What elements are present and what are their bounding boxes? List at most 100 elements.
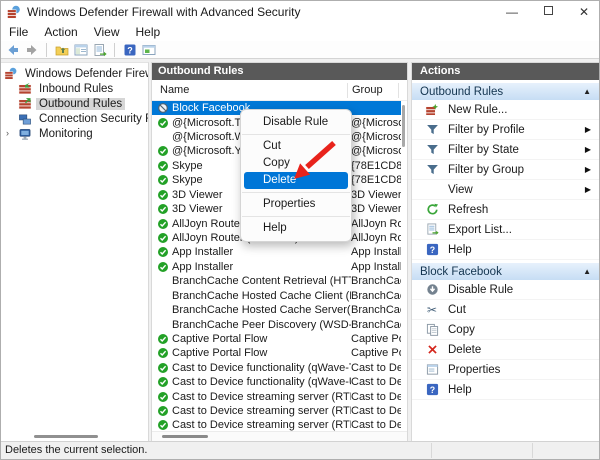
rule-row[interactable]: BranchCache Peer Discovery (WSD-Out)Bran…	[152, 317, 401, 331]
tree-item-inbound-rules[interactable]: Inbound Rules	[1, 81, 148, 96]
rule-group: BranchCache	[351, 275, 401, 288]
rule-name-cell: Cast to Device functionality (qWave-TCP.…	[152, 362, 351, 374]
rule-group: {78E1CD88-49E3	[351, 174, 401, 187]
rule-name: App Installer	[172, 246, 234, 259]
status-bar-divider	[431, 443, 432, 458]
action-filter-by-profile[interactable]: Filter by Profile ▶	[412, 120, 599, 140]
context-menu-item-delete[interactable]: Delete	[244, 172, 348, 189]
context-menu-item-properties[interactable]: Properties	[241, 196, 351, 213]
action-export-list[interactable]: Export List...	[412, 220, 599, 240]
actions-panel-title: Actions	[412, 63, 599, 80]
action-refresh[interactable]: Refresh	[412, 200, 599, 220]
filter-icon	[424, 142, 440, 157]
status-text: Deletes the current selection.	[5, 444, 148, 456]
tree-item-connection-security-rules[interactable]: Connection Security Rules	[1, 112, 148, 127]
actions-section-header-block-facebook[interactable]: Block Facebook ▲	[412, 262, 599, 280]
collapse-arrow-icon[interactable]: ▲	[583, 267, 591, 276]
console-tree-icon[interactable]	[73, 42, 88, 57]
collapse-arrow-icon[interactable]: ▲	[583, 87, 591, 96]
rule-row[interactable]: BranchCache Hosted Cache Client (HTTP...…	[152, 288, 401, 302]
forward-icon[interactable]	[24, 42, 39, 57]
blocked-rule-icon	[158, 103, 168, 114]
popup-window-icon[interactable]	[141, 42, 156, 57]
delete-icon	[424, 342, 440, 357]
rule-name-cell: Cast to Device streaming server (RTP-Str…	[152, 391, 351, 403]
up-folder-icon[interactable]	[54, 42, 69, 57]
console-tree-panel: Windows Defender Firewall with Inbound Ru…	[1, 62, 149, 441]
chevron-right-icon[interactable]: ›	[6, 128, 9, 138]
cut-icon: ✂	[426, 302, 438, 317]
context-menu-item-copy[interactable]: Copy	[241, 155, 351, 172]
menu-file[interactable]: File	[1, 24, 36, 40]
menu-view[interactable]: View	[86, 24, 128, 40]
action-label: Help	[448, 243, 472, 256]
menu-action[interactable]: Action	[36, 24, 85, 40]
tree-item-outbound-rules[interactable]: Outbound Rules	[1, 96, 148, 111]
horizontal-scrollbar-thumb[interactable]	[162, 435, 208, 438]
action-label: Export List...	[448, 223, 512, 236]
back-icon[interactable]	[5, 42, 20, 57]
rule-row[interactable]: Cast to Device functionality (qWave-UDP.…	[152, 375, 401, 389]
action-disable-rule[interactable]: Disable Rule	[412, 280, 599, 300]
action-help[interactable]: ? Help	[412, 380, 599, 400]
action-copy[interactable]: Copy	[412, 320, 599, 340]
action-help[interactable]: ? Help	[412, 240, 599, 260]
rule-group: BranchCache	[351, 318, 401, 331]
column-header-name[interactable]: Name	[160, 84, 189, 96]
close-button[interactable]: ✕	[579, 6, 589, 18]
help-icon[interactable]: ?	[122, 42, 137, 57]
action-cut[interactable]: ✂ Cut	[412, 300, 599, 320]
rule-row[interactable]: BranchCache Hosted Cache Server(HTTP...B…	[152, 303, 401, 317]
action-filter-by-state[interactable]: Filter by State ▶	[412, 140, 599, 160]
actions-section-title: Block Facebook	[420, 265, 502, 278]
enabled-rule-icon	[158, 391, 168, 402]
horizontal-scrollbar[interactable]	[152, 431, 407, 441]
column-divider[interactable]	[398, 83, 399, 98]
minimize-button[interactable]: —	[506, 6, 518, 18]
svg-text:?: ?	[429, 245, 434, 255]
rule-row[interactable]: App Installer App Installer	[152, 260, 401, 274]
rule-row[interactable]: Cast to Device streaming server (RTP-Str…	[152, 389, 401, 403]
vertical-scrollbar-thumb[interactable]	[402, 105, 405, 147]
context-menu-item-disable-rule[interactable]: Disable Rule	[241, 114, 351, 131]
export-icon[interactable]	[92, 42, 107, 57]
maximize-button[interactable]	[543, 6, 553, 15]
menu-bar: File Action View Help	[1, 23, 599, 41]
rule-name: App Installer	[172, 260, 234, 273]
action-label: Copy	[448, 323, 475, 336]
rule-row[interactable]: App Installer App Installer	[152, 245, 401, 259]
column-divider[interactable]	[347, 83, 348, 98]
rule-row[interactable]: BranchCache Content Retrieval (HTTP-O...…	[152, 274, 401, 288]
context-menu-item-help[interactable]: Help	[241, 220, 351, 237]
firewall-root-icon	[4, 67, 18, 80]
rule-name: Block Facebook	[172, 102, 251, 115]
enabled-rule-icon	[158, 117, 168, 128]
connection-security-icon	[18, 113, 32, 126]
rule-row[interactable]: Cast to Device streaming server (RTP-Str…	[152, 418, 401, 431]
context-menu-item-cut[interactable]: Cut	[241, 138, 351, 155]
column-header-group[interactable]: Group	[352, 84, 383, 96]
rule-group: AllJoyn Router	[351, 217, 401, 230]
tree-item-monitoring[interactable]: › Monitoring	[1, 127, 148, 142]
submenu-arrow-icon: ▶	[584, 185, 591, 194]
enabled-rule-icon	[158, 146, 168, 157]
action-new-rule[interactable]: New Rule...	[412, 100, 599, 120]
tree-horizontal-scrollbar-thumb[interactable]	[34, 435, 98, 438]
svg-text:?: ?	[127, 45, 133, 55]
rule-group: App Installer	[351, 260, 401, 273]
rule-name-cell: App Installer	[152, 246, 351, 258]
rule-row[interactable]: Cast to Device functionality (qWave-TCP.…	[152, 361, 401, 375]
action-delete[interactable]: Delete	[412, 340, 599, 360]
rule-row[interactable]: Captive Portal Flow Captive Por	[152, 332, 401, 346]
menu-help[interactable]: Help	[128, 24, 169, 40]
rule-group: Captive Por	[351, 332, 401, 345]
action-filter-by-group[interactable]: Filter by Group ▶	[412, 160, 599, 180]
rule-group: Cast to Dev	[351, 405, 401, 418]
action-properties[interactable]: Properties	[412, 360, 599, 380]
rule-name-cell: App Installer	[152, 261, 351, 273]
tree-item-windows-defender-firewall-with[interactable]: Windows Defender Firewall with	[1, 66, 148, 81]
action-view[interactable]: View ▶	[412, 180, 599, 200]
actions-section-header-outbound-rules[interactable]: Outbound Rules ▲	[412, 82, 599, 100]
rule-row[interactable]: Captive Portal Flow Captive Por	[152, 346, 401, 360]
rule-row[interactable]: Cast to Device streaming server (RTP-Str…	[152, 404, 401, 418]
